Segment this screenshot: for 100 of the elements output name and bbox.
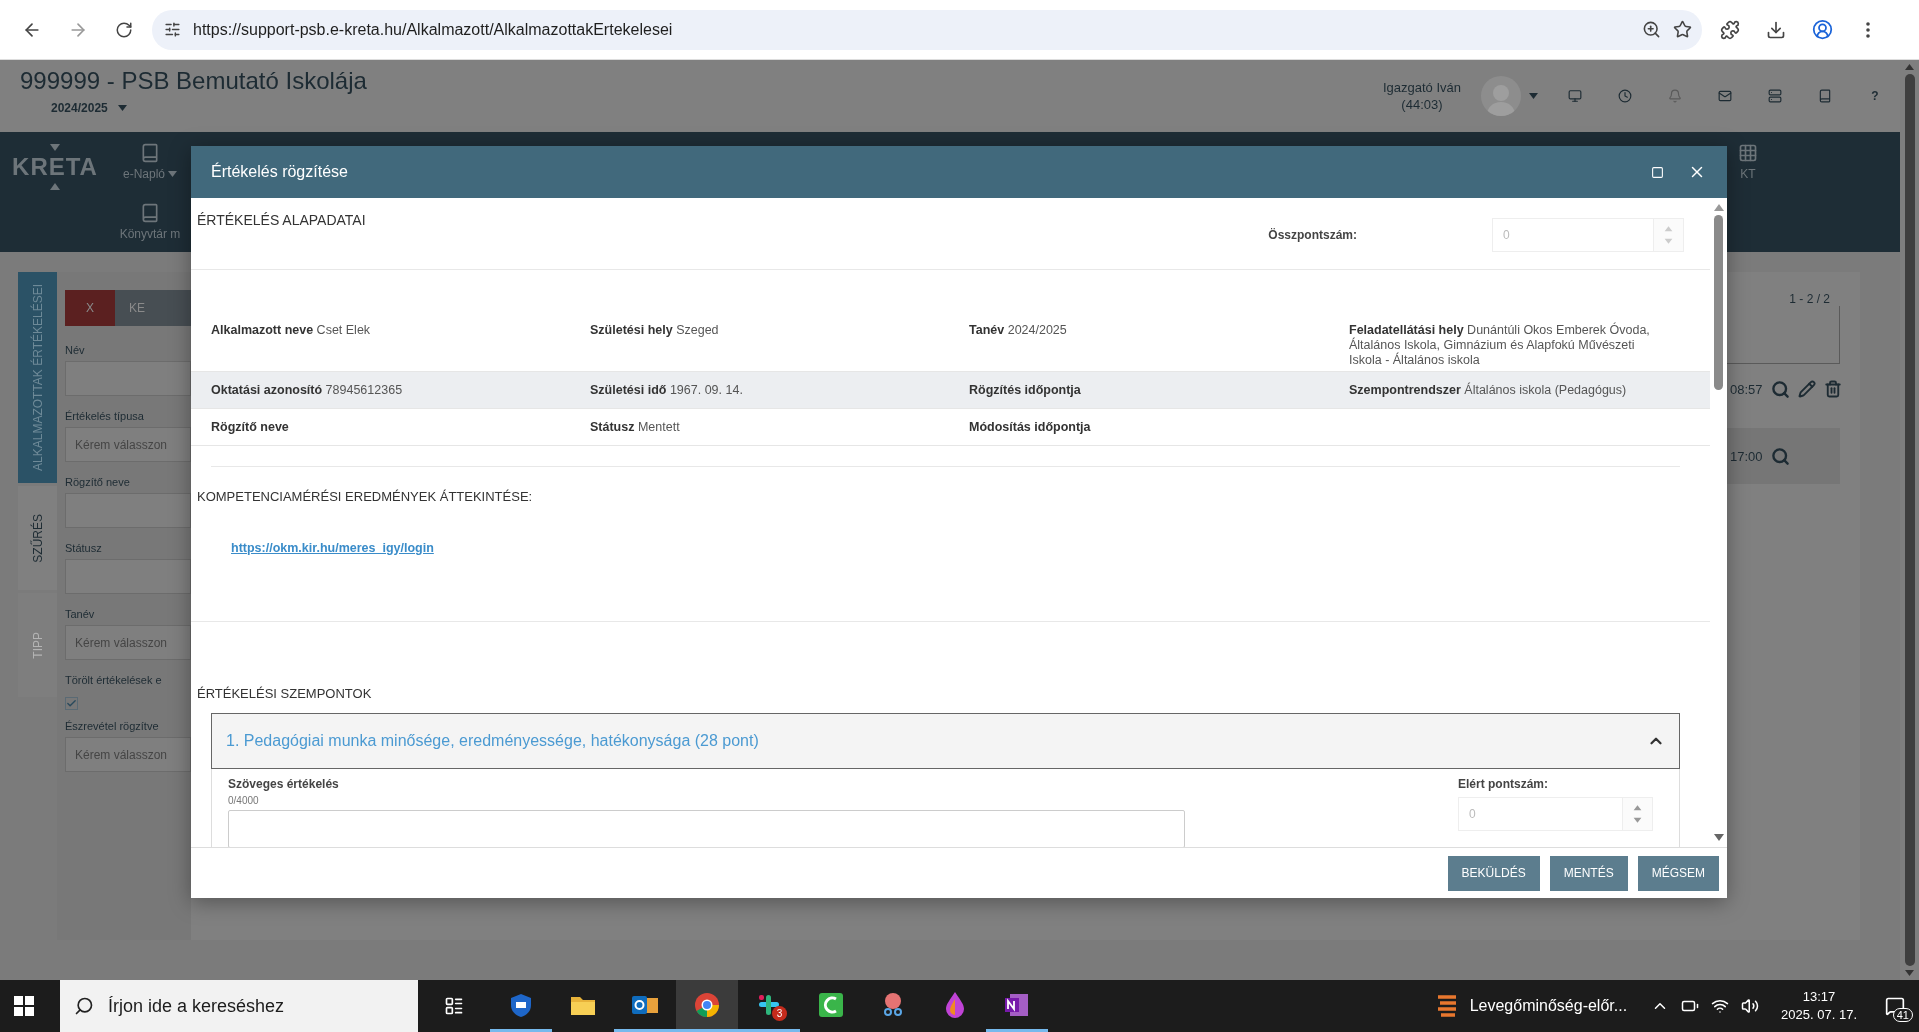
url-text: https://support-psb.e-kreta.hu/Alkalmazott/AlkalmazottakErtekelesei (193, 20, 674, 39)
info-text: Oktatási azonosító 78945612365 (211, 382, 404, 398)
scroll-down-icon[interactable] (1905, 970, 1914, 976)
side-tab[interactable]: ALKALMAZOTTAK ÉRTÉKELÉSEI (18, 272, 57, 483)
delete-button[interactable] (1823, 380, 1842, 398)
reload-icon (115, 20, 133, 39)
triangle-icon (50, 144, 60, 151)
menu-icon (1866, 21, 1870, 38)
competence-link[interactable]: https://okm.kir.hu/meres_igy/login (231, 541, 434, 555)
info-text: Módosítás időpontja (969, 419, 1092, 435)
triangle-icon (50, 183, 60, 190)
total-label: Összpontszám: (1268, 228, 1357, 242)
clock-widget[interactable]: 13:17 2025. 07. 17. (1767, 988, 1871, 1024)
character-counter: 0/4000 (228, 795, 260, 806)
select-field[interactable]: Kérem válasszon (65, 427, 191, 462)
logo[interactable]: KRETA (12, 153, 98, 181)
section-title: ÉRTÉKELÉS ALAPADATAI (197, 212, 366, 228)
section-title: KOMPETENCIAMÉRÉSI EREDMÉNYEK ÁTTEKINTÉSE: (197, 489, 534, 504)
view-button[interactable] (1770, 379, 1790, 399)
download-icon (1766, 19, 1786, 40)
grid-row[interactable]: 08:57 (1720, 364, 1840, 414)
book-icon (140, 143, 160, 163)
search-button[interactable]: KE (115, 290, 191, 326)
trash-icon (1823, 380, 1842, 398)
clock-icon (1618, 89, 1632, 103)
input-field[interactable] (65, 559, 191, 594)
pager-text: 1 - 2 / 2 (1789, 292, 1830, 306)
number-field[interactable]: 0 (1492, 218, 1684, 252)
mail-icon (1718, 89, 1732, 103)
field-label: Rögzítő neve (65, 476, 131, 488)
field-label: Törölt értékelések e (65, 674, 163, 686)
scroll-up-icon[interactable] (1905, 64, 1914, 70)
scroll-down-icon[interactable] (1713, 834, 1724, 841)
windows-logo-icon (14, 996, 34, 1016)
input-field[interactable] (65, 361, 191, 396)
browser-icon (694, 991, 720, 1018)
spinner-icon[interactable] (1622, 798, 1652, 830)
taskbar-app[interactable]: 3 (738, 980, 800, 1032)
nav-label: e-Napló (123, 167, 165, 181)
taskbar-app[interactable] (676, 980, 738, 1032)
school-year[interactable]: 2024/2025 (51, 101, 108, 115)
caret-icon (117, 105, 127, 111)
site-settings-icon[interactable] (164, 21, 181, 38)
dialog-button[interactable]: MÉGSEM (1637, 855, 1719, 891)
task-view-icon (444, 996, 464, 1016)
page-scrollbar[interactable] (1900, 60, 1919, 980)
scrollbar-thumb[interactable] (1714, 215, 1723, 390)
side-tab[interactable]: SZŰRÉS (18, 486, 57, 590)
search-icon (74, 996, 94, 1016)
edit-button[interactable] (1797, 380, 1816, 398)
clear-button[interactable]: X (65, 290, 115, 326)
info-text: Születési idő 1967. 09. 14. (590, 382, 744, 398)
input-field[interactable] (65, 493, 191, 528)
info-text: Rögzítés időpontja (969, 382, 1082, 398)
weather-widget[interactable]: Levegőminőség-előr... (1419, 980, 1644, 1032)
time-cell: 08:57 (1730, 381, 1763, 397)
section-title: ÉRTÉKELÉSI SZEMPONTOK (197, 686, 373, 701)
shield-icon (508, 991, 534, 1018)
field-label: Tanév (65, 608, 96, 620)
taskbar-search-field[interactable]: Írjon ide a kereséshez (60, 980, 418, 1032)
info-text: Státusz Mentett (590, 419, 681, 435)
bell-icon (1668, 89, 1682, 103)
nav-item[interactable]: e-Napló (110, 132, 190, 192)
select-field[interactable]: Kérem válasszon (65, 737, 191, 772)
pencil-icon (1797, 380, 1816, 398)
info-text: Rögzítő neve (211, 419, 290, 435)
time-cell: 17:00 (1730, 448, 1763, 464)
info-text: Szempontrendszer Általános iskola (Pedagógus) (1349, 382, 1628, 398)
number-field[interactable]: 0 (1458, 797, 1653, 831)
dialog-button[interactable]: MENTÉS (1549, 855, 1628, 891)
drop-icon (944, 990, 966, 1019)
field-label: Észrevétel rögzítve (65, 720, 160, 732)
address-bar[interactable]: https://support-psb.e-kreta.hu/Alkalmazott/AlkalmazottakErtekelesei (152, 9, 1702, 50)
volume-icon[interactable] (1741, 997, 1760, 1015)
checkbox[interactable] (65, 697, 78, 710)
notification-badge: 3 (772, 1006, 787, 1021)
accordion-header[interactable]: 1. Pedagógiai munka minősége, eredményessége, hatékonysága (28 pont) (211, 713, 1680, 769)
field-label: Státusz (65, 542, 103, 554)
wifi-icon[interactable] (1711, 997, 1730, 1015)
server-icon (1768, 89, 1782, 103)
field-label: Név (65, 344, 86, 356)
nav-label: Könyvtár m (119, 227, 181, 241)
profile-icon (1811, 19, 1833, 40)
nav-label: KT (1740, 167, 1756, 181)
caret-icon (168, 171, 177, 177)
view-button[interactable] (1770, 446, 1790, 466)
help-button[interactable]: ? (1850, 76, 1900, 116)
search-icon (1770, 446, 1790, 466)
nav-item[interactable]: Könyvtár m (110, 192, 190, 252)
select-field[interactable]: Kérem válasszon (65, 625, 191, 660)
monitor-icon (1568, 89, 1582, 103)
bookmark-star-icon[interactable] (1673, 20, 1692, 39)
search-icon (1770, 379, 1790, 399)
field-label: Elért pontszám: (1458, 777, 1549, 791)
notification-button[interactable]: 41 (1871, 980, 1919, 1032)
session-timer: (44:03) (1401, 96, 1443, 113)
dialog-button[interactable]: BEKÜLDÉS (1447, 855, 1540, 891)
zoom-icon[interactable] (1642, 20, 1661, 39)
info-text: Feladatellátási hely Dunántúli Okos Emberek Óvoda, Általános Iskola, Gimnázium és Alapfokú Művészeti Iskola - Általános iskola (1349, 323, 1651, 368)
scroll-up-icon[interactable] (1713, 204, 1724, 211)
